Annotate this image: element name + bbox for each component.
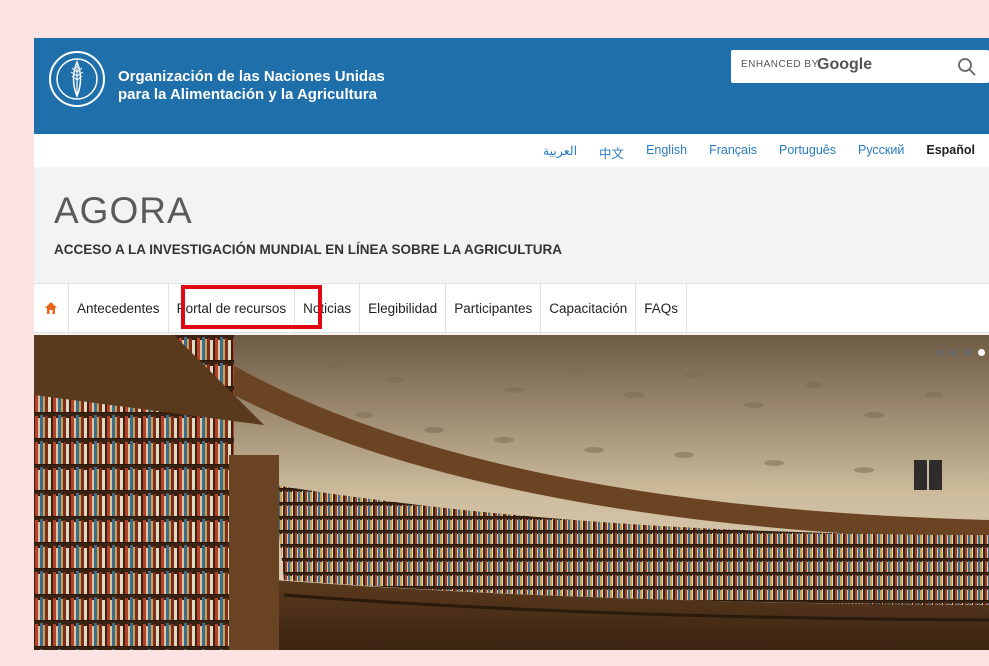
nav-item[interactable]: Antecedentes	[69, 284, 169, 332]
nav-item[interactable]: Participantes	[446, 284, 542, 332]
nav-home[interactable]	[34, 284, 69, 332]
language-bar: العربية 中文 English Français Português Русский…	[34, 134, 989, 167]
nav-item[interactable]: Capacitación	[541, 284, 637, 332]
language-list: العربية 中文 English Français Português Русский…	[543, 143, 975, 162]
site-header: Organización de las Naciones Unidas para…	[34, 38, 989, 134]
language-link[interactable]: English	[646, 143, 687, 162]
language-link[interactable]: 中文	[599, 143, 624, 162]
search-enhanced-label: ENHANCED BY	[741, 59, 819, 70]
language-link[interactable]: Русский	[858, 143, 904, 162]
org-name-line1: Organización de las Naciones Unidas	[118, 68, 385, 85]
carousel-dots	[936, 349, 985, 356]
carousel-dot[interactable]	[936, 349, 943, 356]
search-google-brand: Google	[817, 56, 873, 73]
hero-carousel[interactable]	[34, 335, 989, 650]
page-title: AGORA	[54, 190, 193, 231]
organization-name[interactable]: Organización de las Naciones Unidas para…	[118, 68, 385, 104]
search-icon[interactable]	[957, 57, 977, 77]
library-hero-image	[34, 335, 989, 650]
nav-item[interactable]: FAQs	[636, 284, 688, 332]
home-icon	[45, 302, 57, 314]
fao-logo[interactable]	[48, 50, 106, 108]
language-link[interactable]: Español	[926, 143, 975, 162]
language-link[interactable]: Português	[779, 143, 836, 162]
carousel-dot[interactable]	[950, 349, 957, 356]
page-frame: Organización de las Naciones Unidas para…	[34, 38, 989, 650]
carousel-dot[interactable]	[978, 349, 985, 356]
nav-item[interactable]: Elegibilidad	[360, 284, 447, 332]
language-link[interactable]: العربية	[543, 143, 577, 162]
org-name-line2: para la Alimentación y la Agricultura	[118, 86, 377, 103]
page-subtitle: ACCESO A LA INVESTIGACIÓN MUNDIAL EN LÍN…	[54, 242, 563, 257]
language-link[interactable]: Français	[709, 143, 757, 162]
main-nav: Antecedentes Portal de recursos Noticias El…	[34, 283, 989, 333]
carousel-dot[interactable]	[964, 349, 971, 356]
search-input[interactable]: ENHANCED BY Google	[731, 50, 989, 83]
highlight-box	[181, 285, 322, 329]
